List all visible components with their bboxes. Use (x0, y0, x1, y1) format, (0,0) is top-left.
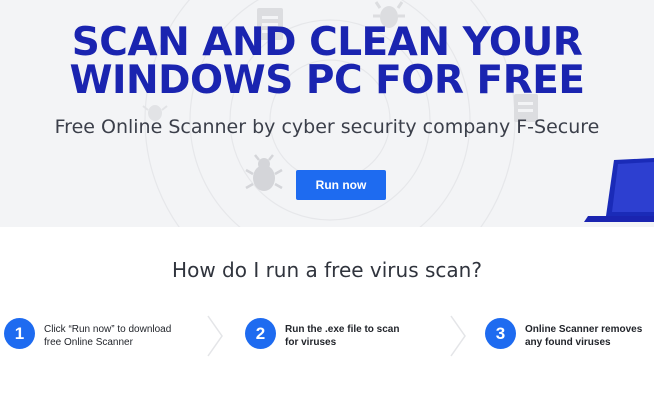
step-number: 2 (245, 318, 276, 349)
step-text: Run the .exe file to scan for viruses (285, 324, 400, 348)
step-number: 3 (485, 318, 516, 349)
chevron-right-icon (450, 315, 466, 357)
laptop-icon (584, 158, 654, 222)
bug-icon (245, 154, 283, 191)
step-number: 1 (4, 318, 35, 349)
how-to-title: How do I run a free virus scan? (172, 258, 482, 282)
step-text: Online Scanner removes any found viruses (525, 324, 643, 348)
step-2: 2 Run the .exe file to scan for viruses (245, 318, 405, 358)
step-1: 1 Click “Run now” to download free Onlin… (4, 318, 179, 358)
run-now-button[interactable]: Run now (296, 170, 386, 200)
headline-line-2: WINDOWS PC FOR FREE (69, 58, 585, 103)
chevron-right-icon (207, 315, 223, 357)
step-3: 3 Online Scanner removes any found virus… (485, 318, 654, 358)
hero-headline: SCAN AND CLEAN YOUR WINDOWS PC FOR FREE (0, 20, 654, 103)
step-text: Click “Run now” to download free Online … (44, 324, 172, 348)
hero-subtitle: Free Online Scanner by cyber security co… (54, 116, 600, 138)
headline-line-1: SCAN AND CLEAN YOUR (71, 20, 583, 65)
hero-banner: SCAN AND CLEAN YOUR WINDOWS PC FOR FREE … (0, 0, 654, 227)
